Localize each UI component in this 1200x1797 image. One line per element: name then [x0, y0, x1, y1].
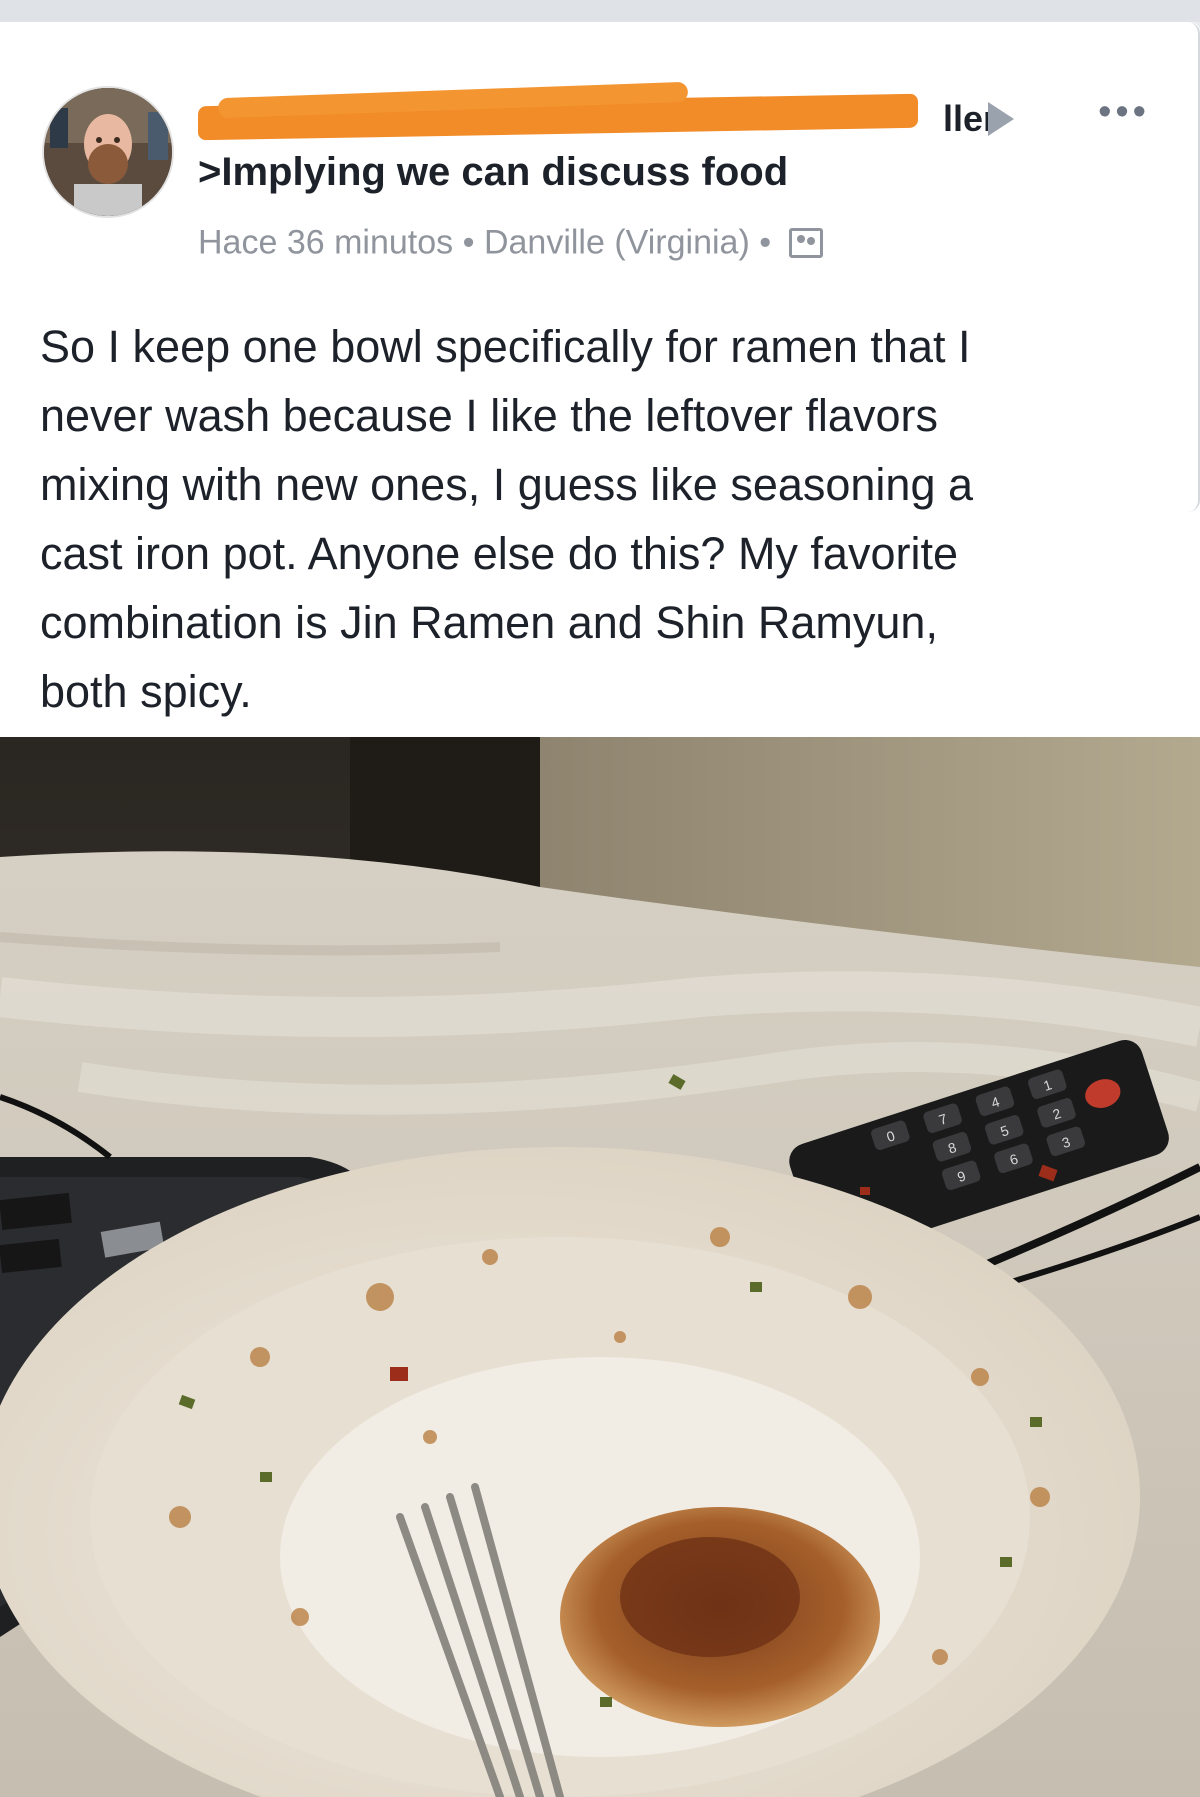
- avatar[interactable]: [42, 86, 174, 218]
- top-strip: [0, 0, 1200, 22]
- more-options-icon[interactable]: •••: [1098, 93, 1150, 131]
- meta-separator: •: [759, 223, 772, 262]
- group-name-link[interactable]: >Implying we can discuss food: [198, 150, 788, 195]
- post-time[interactable]: Hace 36 minutos: [198, 224, 453, 262]
- meta-separator: •: [462, 223, 475, 262]
- author-name[interactable]: ller: [198, 81, 1014, 141]
- audience-group-icon: [788, 228, 823, 259]
- post-photo[interactable]: 1234567890: [0, 737, 1200, 1797]
- post-body-text: So I keep one bowl specifically for rame…: [40, 321, 974, 717]
- post-meta: Hace 36 minutos • Danville (Virginia) •: [198, 222, 823, 263]
- post-location[interactable]: Danville (Virginia): [484, 224, 750, 262]
- card-edge: [1188, 22, 1200, 512]
- group-arrow-icon: [988, 102, 1014, 136]
- post-header: ller ••• >Implying we can discuss food H…: [40, 62, 1160, 277]
